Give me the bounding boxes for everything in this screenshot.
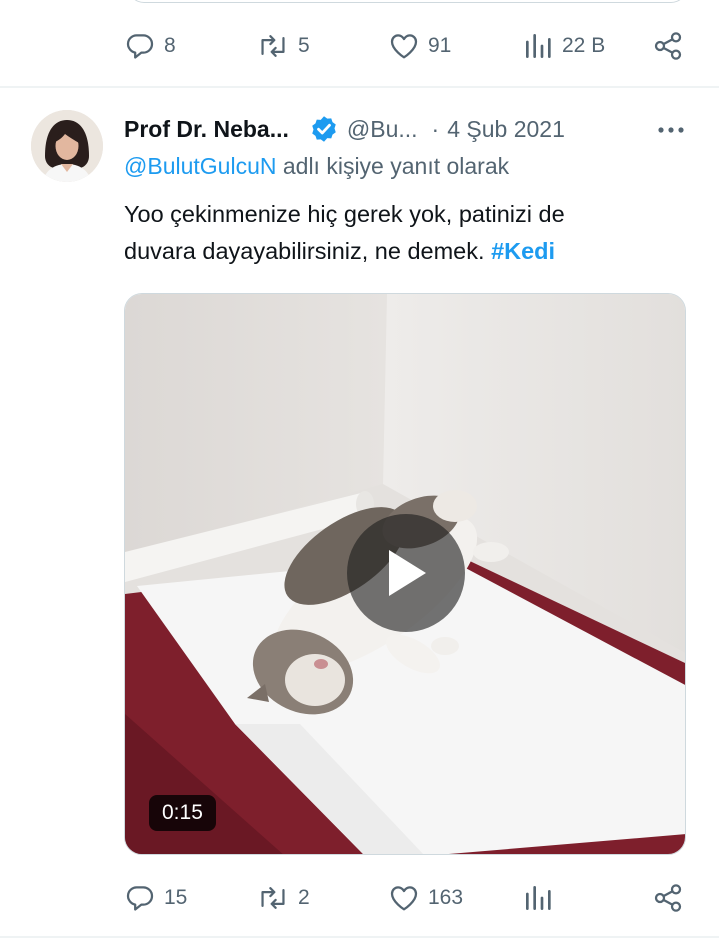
tweet-text-segment: duvara dayayabilirsiniz, ne demek. [124,238,492,264]
retweet-count: 2 [298,886,310,909]
views-count: 22 B [562,34,606,57]
tweet-text: Yoo çekinmenize hiç gerek yok, patinizi … [124,196,689,270]
retweet-icon [256,882,290,914]
like-button[interactable]: 163 [388,878,463,918]
like-button[interactable]: 91 [388,26,451,66]
reply-button[interactable]: 8 [124,26,176,66]
play-button[interactable] [347,514,465,632]
more-icon[interactable] [655,116,687,150]
views-button[interactable] [522,878,554,918]
reply-context: @BulutGulcuN adlı kişiye yanıt olarak [124,153,509,180]
like-count: 91 [428,34,452,57]
views-button[interactable]: 22 B [522,26,605,66]
retweet-count: 5 [298,34,310,57]
tweet-text-line: duvara dayayabilirsiniz, ne demek. #Kedi [124,233,689,270]
tweet-header: Prof Dr. Neba... @Bu... · 4 Şub 2021 [124,112,694,146]
tweet-text-line: Yoo çekinmenize hiç gerek yok, patinizi … [124,201,565,227]
like-icon [388,30,420,62]
tweet-divider [0,86,719,88]
retweet-button[interactable]: 5 [256,26,310,66]
reply-button[interactable]: 15 [124,878,187,918]
video-duration-badge: 0:15 [149,795,216,831]
video-player[interactable]: 0:15 [124,293,686,855]
share-button[interactable] [652,26,684,66]
tweet-date[interactable]: 4 Şub 2021 [447,116,565,143]
views-icon [522,30,554,62]
separator-dot: · [431,115,440,142]
tweet-divider [0,936,719,938]
share-icon [652,30,684,62]
tweet-action-bar: 15 2 163 [0,878,719,918]
reply-icon [124,882,156,914]
reply-to-mention[interactable]: @BulutGulcuN [124,153,276,179]
verified-badge-icon [309,114,339,144]
avatar[interactable] [31,110,103,182]
like-count: 163 [428,886,464,909]
views-icon [522,882,554,914]
previous-tweet-action-bar: 8 5 91 22 B [0,26,719,66]
share-button[interactable] [652,878,684,918]
share-icon [652,882,684,914]
reply-icon [124,30,156,62]
author-handle[interactable]: @Bu... [347,116,418,143]
reply-count: 15 [164,886,188,909]
like-icon [388,882,420,914]
play-icon [383,547,429,599]
retweet-button[interactable]: 2 [256,878,310,918]
author-name[interactable]: Prof Dr. Neba... [124,116,289,143]
hashtag-link[interactable]: #Kedi [491,238,555,264]
retweet-icon [256,30,290,62]
reply-to-suffix: adlı kişiye yanıt olarak [276,153,510,179]
reply-count: 8 [164,34,176,57]
previous-media-card-edge [128,0,687,3]
